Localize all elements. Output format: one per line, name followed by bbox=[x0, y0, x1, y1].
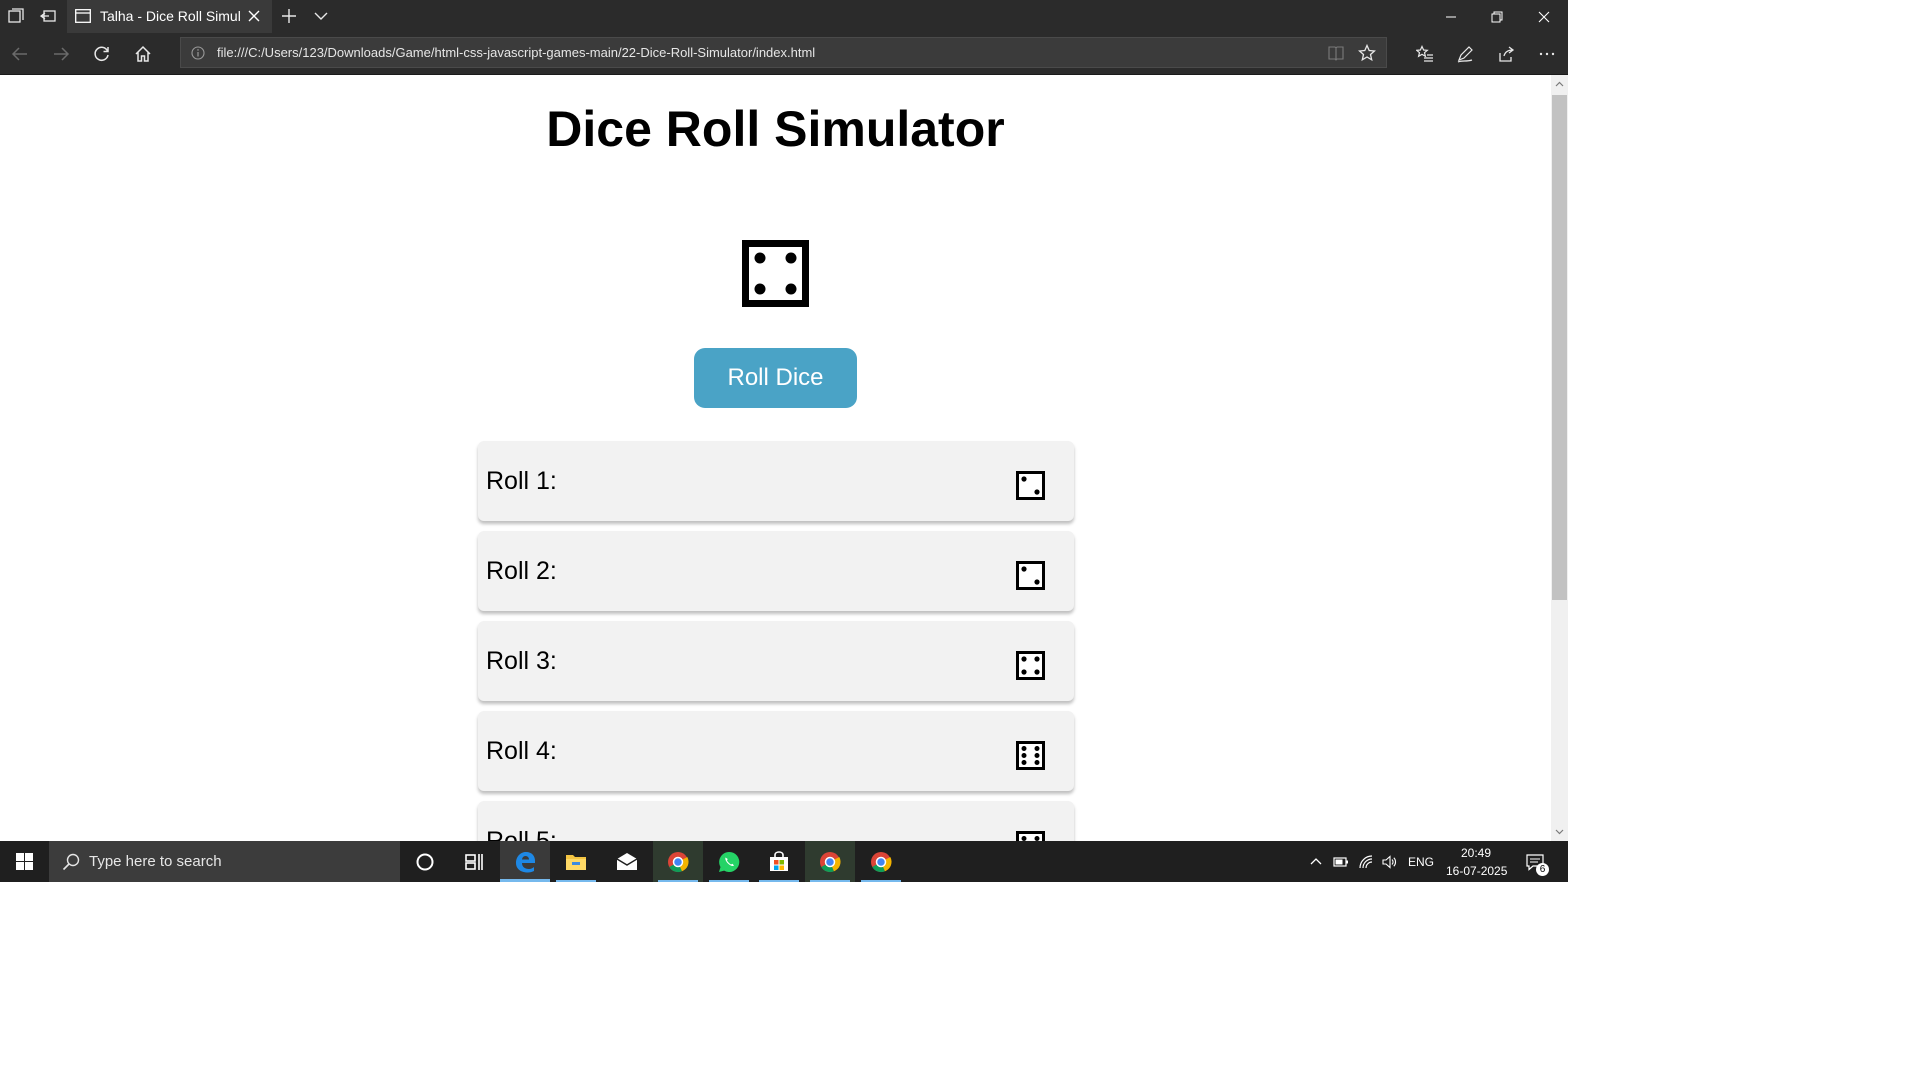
roll-label: Roll 4: bbox=[486, 737, 557, 765]
roll-label: Roll 2: bbox=[486, 557, 557, 585]
language-indicator[interactable]: ENG bbox=[1408, 855, 1434, 869]
die-two-icon bbox=[1016, 471, 1045, 500]
current-die-four-icon bbox=[742, 240, 809, 307]
edge-icon bbox=[516, 852, 535, 873]
chrome-icon bbox=[668, 852, 689, 873]
roll-label: Roll 1: bbox=[486, 467, 557, 495]
browser-navbar: file:///C:/Users/123/Downloads/Game/html… bbox=[0, 33, 1568, 75]
favorites-list-icon[interactable] bbox=[1416, 45, 1434, 63]
taskbar-store[interactable] bbox=[754, 841, 804, 882]
tab-manager-icon[interactable] bbox=[8, 8, 24, 24]
taskbar-file-explorer[interactable] bbox=[551, 841, 601, 882]
cortana-button[interactable] bbox=[400, 841, 450, 882]
close-window-icon[interactable] bbox=[1537, 10, 1551, 24]
browser-titlebar: Talha - Dice Roll Simula bbox=[0, 0, 1568, 33]
roll-history-item: Roll 5: bbox=[478, 801, 1074, 841]
roll-history-item: Roll 2: bbox=[478, 531, 1074, 611]
back-arrow-icon[interactable] bbox=[11, 45, 29, 63]
battery-icon[interactable] bbox=[1333, 854, 1349, 870]
scrollbar-thumb[interactable] bbox=[1552, 95, 1567, 600]
store-icon bbox=[770, 851, 788, 871]
close-tab-icon[interactable] bbox=[248, 10, 260, 22]
mail-icon bbox=[616, 853, 638, 870]
die-six-icon bbox=[1016, 741, 1045, 770]
die-six-icon bbox=[1016, 831, 1045, 841]
search-icon bbox=[62, 853, 80, 871]
taskbar-search-box[interactable]: Type here to search bbox=[49, 841, 400, 882]
site-info-icon[interactable] bbox=[191, 46, 205, 60]
wifi-icon[interactable] bbox=[1358, 854, 1374, 870]
cortana-icon bbox=[416, 853, 434, 871]
roll-history-list: Roll 1: Roll 2: Roll 3: Roll 4: Roll 5: bbox=[478, 441, 1074, 841]
share-icon[interactable] bbox=[1497, 45, 1515, 63]
page-favicon-icon bbox=[75, 9, 91, 23]
roll-dice-button[interactable]: Roll Dice bbox=[694, 348, 857, 408]
taskbar-mail[interactable] bbox=[602, 841, 652, 882]
page-viewport: Dice Roll Simulator Roll Dice Roll 1: Ro… bbox=[0, 75, 1551, 841]
chrome-icon bbox=[820, 852, 841, 873]
reading-view-icon[interactable] bbox=[1328, 45, 1344, 61]
taskbar-chrome-s[interactable] bbox=[805, 841, 855, 882]
scroll-up-arrow-icon[interactable] bbox=[1555, 80, 1564, 89]
taskbar-edge[interactable] bbox=[500, 841, 550, 882]
task-view-button[interactable] bbox=[449, 841, 499, 882]
task-view-icon bbox=[465, 854, 483, 870]
refresh-icon[interactable] bbox=[93, 45, 111, 63]
web-note-pen-icon[interactable] bbox=[1456, 45, 1474, 63]
tab-active[interactable]: Talha - Dice Roll Simula bbox=[67, 0, 272, 33]
page-scrollbar[interactable] bbox=[1551, 75, 1568, 841]
roll-history-item: Roll 1: bbox=[478, 441, 1074, 521]
show-hidden-icons-chevron-icon[interactable] bbox=[1308, 854, 1324, 870]
page-title: Dice Roll Simulator bbox=[546, 101, 1005, 157]
start-button[interactable] bbox=[0, 841, 49, 882]
taskbar-chrome-s-2[interactable] bbox=[856, 841, 906, 882]
minimize-icon[interactable] bbox=[1444, 10, 1458, 24]
volume-icon[interactable] bbox=[1381, 854, 1397, 870]
tab-preview-chevron-icon[interactable] bbox=[313, 8, 329, 24]
whatsapp-icon bbox=[719, 851, 740, 872]
home-icon[interactable] bbox=[134, 45, 152, 63]
forward-arrow-icon[interactable] bbox=[52, 45, 70, 63]
file-explorer-icon bbox=[566, 855, 586, 870]
roll-label: Roll 5: bbox=[486, 827, 557, 841]
restore-icon[interactable] bbox=[1490, 10, 1504, 24]
set-aside-tabs-icon[interactable] bbox=[40, 8, 56, 24]
roll-history-item: Roll 4: bbox=[478, 711, 1074, 791]
search-placeholder: Type here to search bbox=[89, 853, 222, 870]
taskbar-whatsapp[interactable] bbox=[704, 841, 754, 882]
clock-time[interactable]: 20:49 bbox=[1461, 846, 1491, 860]
chrome-icon bbox=[871, 852, 892, 873]
scroll-down-arrow-icon[interactable] bbox=[1555, 827, 1564, 836]
windows-taskbar: Type here to search ENG 20:49 16-07-2025… bbox=[0, 841, 1568, 882]
roll-history-item: Roll 3: bbox=[478, 621, 1074, 701]
url-text[interactable]: file:///C:/Users/123/Downloads/Game/html… bbox=[217, 45, 815, 60]
tab-title: Talha - Dice Roll Simula bbox=[100, 8, 240, 24]
more-options-icon[interactable] bbox=[1538, 45, 1556, 63]
die-two-icon bbox=[1016, 561, 1045, 590]
taskbar-chrome-profile[interactable] bbox=[653, 841, 703, 882]
die-four-icon bbox=[1016, 651, 1045, 680]
clock-date[interactable]: 16-07-2025 bbox=[1446, 864, 1507, 878]
windows-logo-icon bbox=[16, 853, 33, 870]
new-tab-icon[interactable] bbox=[281, 8, 297, 24]
favorite-star-icon[interactable] bbox=[1358, 44, 1376, 62]
address-bar[interactable]: file:///C:/Users/123/Downloads/Game/html… bbox=[180, 37, 1387, 68]
roll-label: Roll 3: bbox=[486, 647, 557, 675]
notification-count-badge: 6 bbox=[1536, 863, 1549, 876]
